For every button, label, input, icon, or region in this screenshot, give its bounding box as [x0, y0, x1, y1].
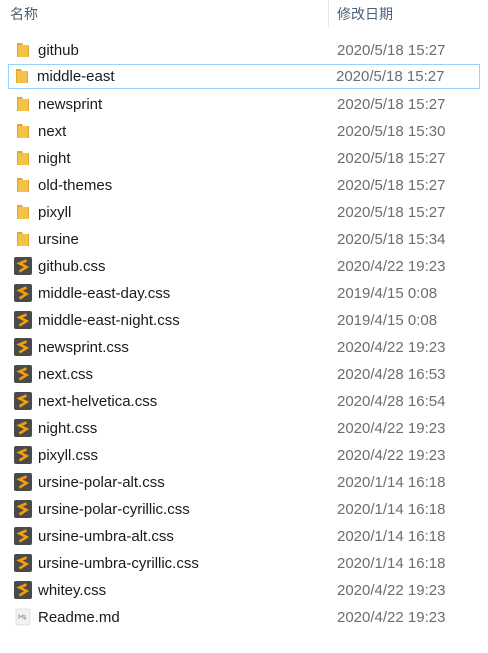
file-name: pixyll: [38, 204, 72, 221]
file-name: newsprint.css: [38, 339, 129, 356]
file-name: ursine-umbra-alt.css: [38, 528, 174, 545]
file-name: next-helvetica.css: [38, 393, 158, 410]
file-row[interactable]: middle-east 2020/5/18 15:27: [8, 64, 480, 89]
file-row[interactable]: Readme.md 2020/4/22 19:23: [0, 604, 488, 629]
file-date-modified: 2020/1/14 16:18: [337, 501, 446, 518]
file-date-modified: 2020/5/18 15:27: [337, 96, 446, 113]
css-file-icon: [13, 283, 33, 303]
file-date-modified: 2020/5/18 15:27: [337, 177, 446, 194]
file-name: github: [38, 42, 79, 59]
folder-icon: [12, 66, 32, 86]
file-name: middle-east: [37, 68, 115, 85]
file-date-modified: 2020/4/22 19:23: [337, 339, 446, 356]
css-file-icon: [13, 580, 33, 600]
file-name: ursine-umbra-cyrillic.css: [38, 555, 199, 572]
css-file-icon: [13, 472, 33, 492]
file-date-modified: 2020/4/22 19:23: [337, 582, 446, 599]
file-name: github.css: [38, 258, 106, 275]
file-row[interactable]: night.css 2020/4/22 19:23: [0, 415, 488, 440]
file-date-modified: 2020/5/18 15:27: [337, 42, 446, 59]
column-header-bar: 名称 修改日期: [0, 0, 488, 27]
file-date-modified: 2019/4/15 0:08: [337, 285, 438, 302]
file-date-modified: 2020/5/18 15:27: [337, 150, 446, 167]
file-date-modified: 2020/4/22 19:23: [337, 609, 446, 626]
file-date-modified: 2019/4/15 0:08: [337, 312, 438, 329]
file-date-modified: 2020/4/22 19:23: [337, 447, 446, 464]
markdown-file-icon: [13, 607, 33, 627]
column-header-name[interactable]: 名称: [0, 0, 328, 27]
css-file-icon: [13, 391, 33, 411]
file-date-modified: 2020/1/14 16:18: [337, 555, 446, 572]
file-row[interactable]: whitey.css 2020/4/22 19:23: [0, 577, 488, 602]
file-row[interactable]: next.css 2020/4/28 16:53: [0, 361, 488, 386]
file-name: pixyll.css: [38, 447, 99, 464]
file-date-modified: 2020/5/18 15:27: [337, 204, 446, 221]
file-row[interactable]: old-themes 2020/5/18 15:27: [0, 172, 488, 197]
file-date-modified: 2020/4/28 16:54: [337, 393, 446, 410]
file-name: ursine-polar-cyrillic.css: [38, 501, 190, 518]
file-name: next.css: [38, 366, 94, 383]
file-row[interactable]: middle-east-night.css 2019/4/15 0:08: [0, 307, 488, 332]
file-date-modified: 2020/1/14 16:18: [337, 528, 446, 545]
css-file-icon: [13, 445, 33, 465]
folder-icon: [13, 121, 33, 141]
file-date-modified: 2020/5/18 15:27: [336, 68, 445, 85]
css-file-icon: [13, 310, 33, 330]
file-name: old-themes: [38, 177, 113, 194]
file-name: night: [38, 150, 71, 167]
file-name: Readme.md: [38, 609, 120, 626]
file-row[interactable]: github.css 2020/4/22 19:23: [0, 253, 488, 278]
file-list: github 2020/5/18 15:27 middle-east 2020/5/1…: [0, 37, 488, 631]
file-row[interactable]: pixyll.css 2020/4/22 19:23: [0, 442, 488, 467]
css-file-icon: [13, 418, 33, 438]
file-name: whitey.css: [38, 582, 107, 599]
file-name: next: [38, 123, 67, 140]
folder-icon: [13, 40, 33, 60]
file-row[interactable]: ursine-umbra-cyrillic.css 2020/1/14 16:18: [0, 550, 488, 575]
file-row[interactable]: ursine-umbra-alt.css 2020/1/14 16:18: [0, 523, 488, 548]
file-name: middle-east-day.css: [38, 285, 171, 302]
css-file-icon: [13, 364, 33, 384]
file-date-modified: 2020/4/28 16:53: [337, 366, 446, 383]
file-date-modified: 2020/4/22 19:23: [337, 420, 446, 437]
file-name: ursine-polar-alt.css: [38, 474, 165, 491]
folder-icon: [13, 148, 33, 168]
file-name: middle-east-night.css: [38, 312, 180, 329]
column-header-date-modified[interactable]: 修改日期: [329, 0, 488, 27]
css-file-icon: [13, 337, 33, 357]
folder-icon: [13, 175, 33, 195]
file-row[interactable]: pixyll 2020/5/18 15:27: [0, 199, 488, 224]
file-row[interactable]: newsprint 2020/5/18 15:27: [0, 91, 488, 116]
file-row[interactable]: next 2020/5/18 15:30: [0, 118, 488, 143]
file-explorer-list: 名称 修改日期 github 2020/5/18 15:27 middle-east…: [0, 0, 488, 653]
css-file-icon: [13, 499, 33, 519]
file-date-modified: 2020/5/18 15:30: [337, 123, 446, 140]
file-date-modified: 2020/1/14 16:18: [337, 474, 446, 491]
file-name: ursine: [38, 231, 79, 248]
css-file-icon: [13, 526, 33, 546]
file-date-modified: 2020/4/22 19:23: [337, 258, 446, 275]
file-name: night.css: [38, 420, 98, 437]
file-row[interactable]: next-helvetica.css 2020/4/28 16:54: [0, 388, 488, 413]
file-name: newsprint: [38, 96, 103, 113]
folder-icon: [13, 202, 33, 222]
folder-icon: [13, 94, 33, 114]
file-row[interactable]: github 2020/5/18 15:27: [0, 37, 488, 62]
css-file-icon: [13, 256, 33, 276]
file-row[interactable]: newsprint.css 2020/4/22 19:23: [0, 334, 488, 359]
css-file-icon: [13, 553, 33, 573]
file-row[interactable]: middle-east-day.css 2019/4/15 0:08: [0, 280, 488, 305]
file-row[interactable]: ursine-polar-cyrillic.css 2020/1/14 16:18: [0, 496, 488, 521]
file-date-modified: 2020/5/18 15:34: [337, 231, 446, 248]
file-row[interactable]: ursine 2020/5/18 15:34: [0, 226, 488, 251]
file-row[interactable]: ursine-polar-alt.css 2020/1/14 16:18: [0, 469, 488, 494]
folder-icon: [13, 229, 33, 249]
file-row[interactable]: night 2020/5/18 15:27: [0, 145, 488, 170]
